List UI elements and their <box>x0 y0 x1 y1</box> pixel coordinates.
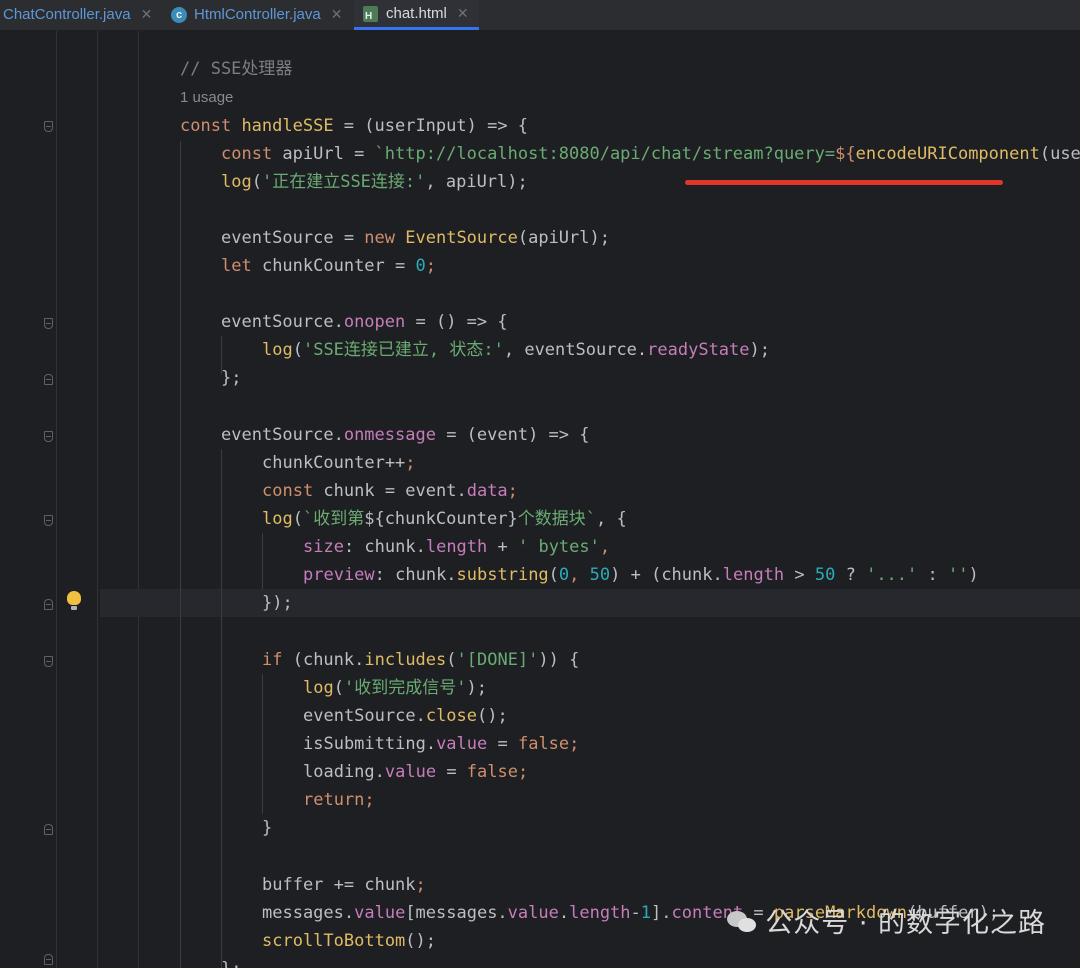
usage-hint[interactable]: 1 usage <box>180 84 233 112</box>
fold-icon[interactable] <box>44 656 53 667</box>
code-line: const handleSSE = (userInput) => { <box>180 116 529 136</box>
fold-icon[interactable] <box>44 431 53 442</box>
tab-chat-html[interactable]: H chat.html ✕ <box>354 0 479 30</box>
fold-icon[interactable] <box>44 318 53 329</box>
gutter-guide <box>97 31 98 968</box>
code-line: log('收到完成信号'); <box>303 678 487 698</box>
indent-guide <box>180 141 181 968</box>
fold-icon[interactable] <box>44 121 53 132</box>
code-line: const apiUrl = `http://localhost:8080/ap… <box>221 144 1080 164</box>
current-line-highlight <box>100 589 1080 617</box>
red-underline-annotation <box>685 180 1003 185</box>
code-line: scrollToBottom(); <box>262 931 437 951</box>
code-line: eventSource.onopen = () => { <box>221 312 508 332</box>
code-line: eventSource.close(); <box>303 706 508 726</box>
code-line: }; <box>221 955 241 968</box>
code-editor[interactable]: // SSE处理器 1 usage const handleSSE = (use… <box>0 31 1080 968</box>
gutter-guide <box>138 31 139 968</box>
code-line: } <box>262 818 273 838</box>
tab-label: chat.html <box>386 5 447 22</box>
fold-icon[interactable] <box>44 515 53 526</box>
code-line: buffer += chunk; <box>262 875 426 895</box>
lightbulb-icon[interactable] <box>67 591 81 610</box>
fold-end-icon[interactable] <box>44 599 53 610</box>
indent-guide <box>262 533 263 589</box>
indent-guide <box>262 674 263 814</box>
close-icon[interactable]: ✕ <box>457 5 469 22</box>
code-line: if (chunk.includes('[DONE]')) { <box>262 650 580 670</box>
code-line: let chunkCounter = 0; <box>221 256 436 276</box>
code-line: return; <box>303 790 375 810</box>
tab-htmlcontroller-java[interactable]: c HtmlController.java ✕ <box>171 0 342 29</box>
code-line: chunkCounter++; <box>262 453 416 473</box>
code-line: eventSource.onmessage = (event) => { <box>221 425 590 445</box>
editor-tab-bar: ChatController.java ✕ c HtmlController.j… <box>0 0 1080 31</box>
close-icon[interactable]: ✕ <box>141 6 153 23</box>
watermark-text: 公众号 · 的数字化之路 <box>765 908 1046 939</box>
code-line: log(`收到第${chunkCounter}个数据块`, { <box>262 509 627 529</box>
code-line: // SSE处理器 <box>180 59 293 79</box>
tab-chatcontroller-java[interactable]: ChatController.java ✕ <box>3 0 152 29</box>
code-line: log('SSE连接已建立, 状态:', eventSource.readySt… <box>262 340 770 360</box>
gutter-guide <box>56 31 57 968</box>
tab-label: HtmlController.java <box>194 6 321 23</box>
code-line: isSubmitting.value = false; <box>303 734 580 754</box>
code-line: log('正在建立SSE连接:', apiUrl); <box>221 172 528 192</box>
code-line: loading.value = false; <box>303 762 529 782</box>
indent-guide <box>221 449 222 968</box>
code-line: size: chunk.length + ' bytes', <box>303 537 611 557</box>
tab-label: ChatController.java <box>3 6 131 23</box>
code-line: eventSource = new EventSource(apiUrl); <box>221 228 610 248</box>
fold-end-icon[interactable] <box>44 824 53 835</box>
watermark: 公众号 · 的数字化之路 <box>727 901 1046 940</box>
html-file-icon: H <box>363 5 378 22</box>
code-line: }; <box>221 368 242 388</box>
wechat-icon <box>727 909 757 933</box>
code-line: }); <box>262 593 293 613</box>
fold-end-icon[interactable] <box>44 374 53 385</box>
java-class-icon: c <box>171 6 187 23</box>
code-line: preview: chunk.substring(0, 50) + (chunk… <box>303 565 979 585</box>
code-line: const chunk = event.data; <box>262 481 518 501</box>
close-icon[interactable]: ✕ <box>331 6 343 23</box>
fold-end-icon[interactable] <box>44 954 53 965</box>
